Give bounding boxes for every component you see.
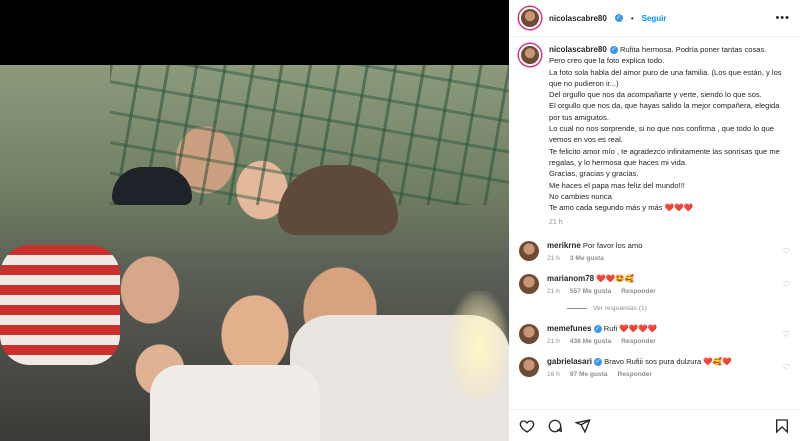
comment-likes[interactable]: 3 Me gusta — [570, 255, 604, 262]
caption-line: La foto sola habla del amor puro de una … — [549, 67, 782, 88]
caption-author-avatar[interactable] — [519, 44, 541, 66]
caption-line: Lo cual no nos sorprende, si no que nos … — [549, 124, 775, 145]
more-options-icon[interactable]: ••• — [775, 12, 790, 24]
comment-likes[interactable]: 438 Me gusta — [570, 338, 611, 345]
photo-light-glare — [449, 291, 509, 401]
comment-item: merikrne Por favor los amo 21 h 3 Me gust… — [519, 240, 790, 262]
post-side-panel: nicolascabre80 ✓ • Seguir ••• nicolascab… — [509, 0, 800, 441]
caption-line: Pero creo que la foto explica todo. — [549, 56, 665, 66]
caption-line: Te amo cada segundo más y más ❤️❤️❤️ — [549, 203, 694, 213]
comment-likes[interactable]: 557 Me gusta — [570, 288, 611, 295]
comment-reply-button[interactable]: Responder — [621, 338, 655, 345]
comment-reply-button[interactable]: Responder — [621, 288, 655, 295]
caption-line: No cambies nunca — [549, 191, 612, 201]
caption-timestamp[interactable]: 21 h — [549, 217, 785, 228]
comment-like-heart-icon[interactable]: ♡ — [783, 363, 790, 372]
bookmark-icon[interactable] — [774, 418, 790, 434]
comment-username[interactable]: gabrielasari — [547, 357, 592, 366]
post-media[interactable] — [0, 0, 509, 441]
comment-like-heart-icon[interactable]: ♡ — [783, 280, 790, 289]
post-photo[interactable] — [0, 65, 509, 441]
author-avatar[interactable] — [519, 7, 541, 29]
verified-badge-icon: ✓ — [593, 324, 602, 333]
comment-time[interactable]: 21 h — [547, 288, 560, 295]
caption-line: Rufita hermosa. Podría poner tantas cosa… — [619, 45, 767, 54]
view-replies-button[interactable]: Ver respuestas (1) — [567, 305, 790, 312]
verified-badge-icon: ✓ — [594, 357, 603, 366]
comment-icon[interactable] — [547, 418, 563, 434]
caption-line: Me haces el papa mas feliz del mundo!!! — [549, 180, 685, 190]
comments-scroll-area[interactable]: nicolascabre80 ✓ Rufita hermosa. Podría p… — [509, 38, 800, 409]
commenter-avatar[interactable] — [519, 356, 539, 377]
separator-dot: • — [630, 13, 634, 23]
post-action-bar — [509, 409, 800, 441]
comment-time[interactable]: 21 h — [547, 338, 560, 345]
verified-badge-icon: ✓ — [609, 46, 618, 54]
commenter-avatar[interactable] — [519, 273, 539, 294]
follow-button[interactable]: Seguir — [642, 14, 667, 23]
comment-reply-button[interactable]: Responder — [618, 371, 652, 378]
share-icon[interactable] — [574, 418, 591, 434]
comment-item: memefunes ✓ Rufi ❤️❤️❤️❤️ 21 h 438 Me gus… — [519, 323, 790, 345]
photo-striped-shirt — [0, 245, 120, 365]
comment-time[interactable]: 21 h — [547, 255, 560, 262]
comment-like-heart-icon[interactable]: ♡ — [783, 247, 790, 256]
replies-divider — [567, 307, 587, 309]
comment-text: Rufi ❤️❤️❤️❤️ — [603, 323, 658, 333]
photo-cap — [112, 167, 192, 205]
comment-item: marianom78 ❤️❤️🤩🥰 21 h 557 Me gusta Respon… — [519, 273, 790, 295]
caption-text: nicolascabre80 ✓ Rufita hermosa. Podría p… — [549, 44, 785, 229]
comment-time[interactable]: 16 h — [547, 371, 560, 378]
comment-username[interactable]: merikrne — [547, 241, 581, 250]
comment-item: gabrielasari ✓ Bravo Rufiii sos pura dul… — [519, 356, 790, 378]
photo-girl-shirt — [150, 365, 320, 441]
post-caption: nicolascabre80 ✓ Rufita hermosa. Podría p… — [519, 44, 790, 229]
commenter-avatar[interactable] — [519, 240, 539, 261]
author-username[interactable]: nicolascabre80 — [549, 14, 607, 23]
comment-text: Bravo Rufiii sos pura dulzura ❤️🥰❤️ — [604, 356, 732, 366]
comment-text: Por favor los amo — [582, 240, 643, 250]
comment-like-heart-icon[interactable]: ♡ — [783, 330, 790, 339]
view-replies-label[interactable]: Ver respuestas (1) — [593, 305, 647, 312]
comment-text: ❤️❤️🤩🥰 — [596, 273, 635, 283]
heart-icon[interactable] — [519, 418, 535, 434]
verified-badge-icon: ✓ — [614, 14, 623, 22]
post-header: nicolascabre80 ✓ • Seguir ••• — [509, 0, 800, 37]
commenter-avatar[interactable] — [519, 323, 539, 344]
comment-username[interactable]: marianom78 — [547, 274, 594, 283]
comment-username[interactable]: memefunes — [547, 324, 591, 333]
caption-line: Gracias, gracias y gracias. — [549, 169, 639, 179]
caption-username[interactable]: nicolascabre80 — [549, 45, 607, 54]
comment-likes[interactable]: 97 Me gusta — [570, 371, 608, 378]
caption-line: El orgullo que nos da, que hayas salido … — [549, 101, 780, 122]
caption-line: Del orgullo que nos da acompañarte y ver… — [549, 90, 762, 100]
caption-line: Te felicito amor mío , te agradezco infi… — [549, 146, 780, 167]
